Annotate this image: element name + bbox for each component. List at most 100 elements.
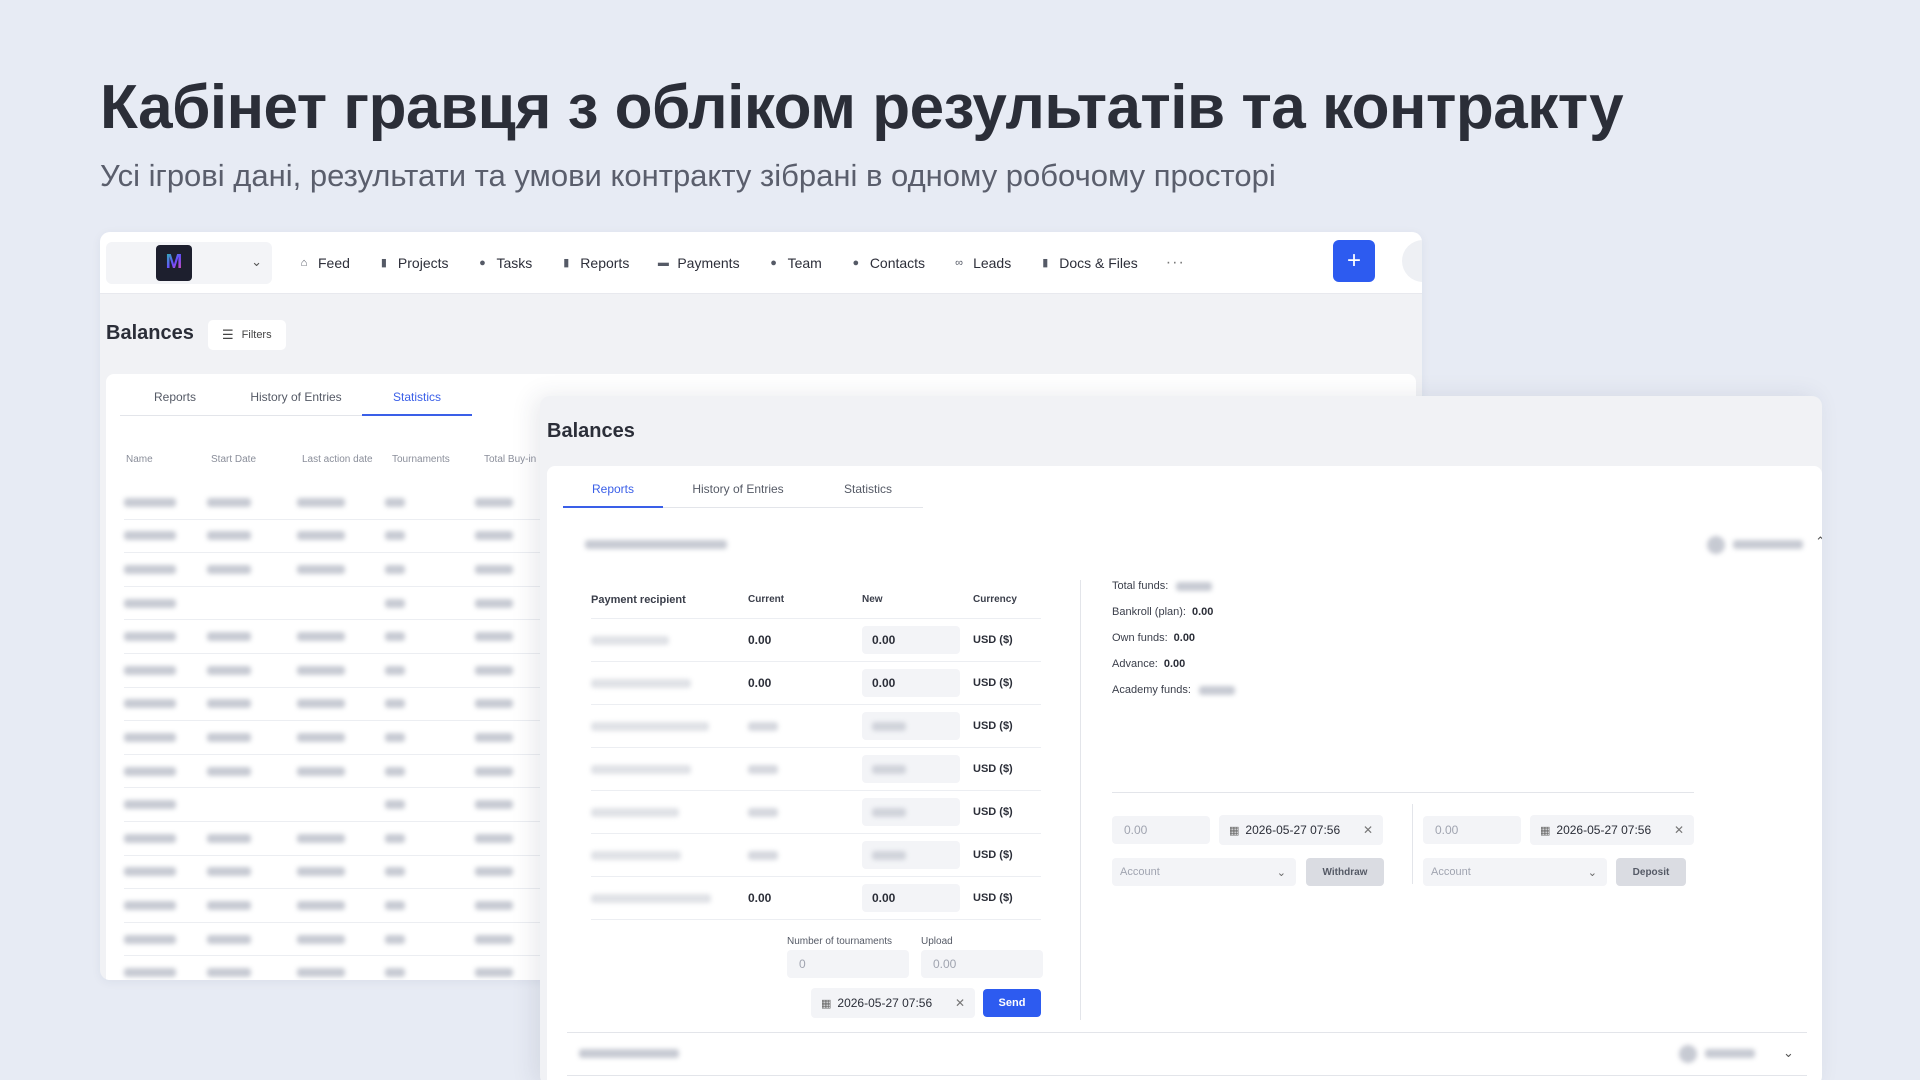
- payment-recipient: [591, 764, 691, 774]
- hero-subtitle: Усі ігрові дані, результати та умови кон…: [100, 158, 1276, 193]
- payment-row: USD ($): [591, 747, 1041, 790]
- nav-item-projects[interactable]: ▮ Projects: [378, 255, 449, 271]
- table-row[interactable]: [124, 822, 544, 856]
- current-value: [748, 721, 778, 731]
- table-row[interactable]: [124, 923, 544, 957]
- main-nav: ⌂ Feed ▮ Projects ● Tasks ▮ Reports ▬ Payments ● Te…: [298, 255, 1166, 271]
- currency-label: USD ($): [973, 677, 1013, 689]
- more-menu-icon[interactable]: ···: [1166, 254, 1185, 272]
- payment-row: USD ($): [591, 704, 1041, 747]
- currency-label: USD ($): [973, 806, 1013, 818]
- player-accordion-collapsed[interactable]: ⌄: [567, 1032, 1807, 1076]
- withdraw-date-picker[interactable]: ▦ 2026-05-27 07:56 ✕: [1219, 815, 1383, 845]
- tab-statistics[interactable]: Statistics: [362, 390, 472, 416]
- table-row[interactable]: [124, 553, 544, 587]
- upload-input[interactable]: 0.00: [921, 950, 1043, 978]
- page-title: Balances: [547, 420, 635, 442]
- new-value-input[interactable]: [862, 841, 960, 869]
- document-icon: ▮: [563, 257, 570, 269]
- filters-button[interactable]: ☰ Filters: [208, 320, 286, 350]
- tournaments-input[interactable]: 0: [787, 950, 909, 978]
- nav-item-leads[interactable]: ∞ Leads: [953, 255, 1011, 271]
- payment-recipient: [591, 635, 669, 645]
- nav-item-label: Feed: [318, 254, 350, 271]
- current-value: [748, 807, 778, 817]
- clear-icon[interactable]: ✕: [1674, 823, 1684, 837]
- table-row[interactable]: [124, 721, 544, 755]
- nav-item-contacts[interactable]: ● Contacts: [850, 255, 925, 271]
- new-value-input[interactable]: [862, 712, 960, 740]
- withdraw-account-select[interactable]: Account ⌄: [1112, 858, 1296, 886]
- tab-reports[interactable]: Reports: [563, 482, 663, 508]
- person-icon: ●: [770, 256, 777, 269]
- clear-icon[interactable]: ✕: [1363, 823, 1373, 837]
- nav-item-label: Team: [787, 254, 822, 271]
- report-date-picker[interactable]: ▦ 2026-05-27 07:56 ✕: [811, 988, 975, 1018]
- own-funds: Own funds: 0.00: [1112, 632, 1196, 644]
- nav-item-tasks[interactable]: ● Tasks: [477, 255, 532, 271]
- send-button[interactable]: Send: [983, 989, 1041, 1017]
- nav-item-docs-files[interactable]: ▮ Docs & Files: [1039, 255, 1138, 271]
- tab-history[interactable]: History of Entries: [663, 482, 813, 508]
- table-row[interactable]: [124, 520, 544, 554]
- new-value-input[interactable]: 0.00: [862, 669, 960, 697]
- payment-table-header: Payment recipient Current New Currency: [591, 594, 1017, 606]
- create-button[interactable]: +: [1333, 240, 1375, 282]
- balances-window-front: Balances Reports History of Entries Stat…: [540, 396, 1822, 1080]
- nav-item-reports[interactable]: ▮ Reports: [560, 255, 629, 271]
- deposit-amount-input[interactable]: 0.00: [1423, 816, 1521, 844]
- divider: [1112, 792, 1694, 793]
- table-row[interactable]: [124, 755, 544, 789]
- new-value-input[interactable]: [862, 755, 960, 783]
- new-value-input[interactable]: 0.00: [862, 626, 960, 654]
- current-value: 0.00: [748, 676, 772, 690]
- chevron-up-icon[interactable]: ⌃: [1815, 534, 1822, 550]
- avatar: [1707, 536, 1725, 554]
- current-value: 0.00: [748, 633, 772, 647]
- table-row[interactable]: [124, 587, 544, 621]
- table-row[interactable]: [124, 856, 544, 890]
- nav-item-payments[interactable]: ▬ Payments: [657, 255, 740, 271]
- chevron-down-icon[interactable]: ⌄: [1783, 1045, 1794, 1061]
- table-row[interactable]: [124, 956, 544, 980]
- academy-funds: Academy funds:: [1112, 684, 1235, 696]
- deposit-button[interactable]: Deposit: [1616, 858, 1686, 886]
- nav-item-team[interactable]: ● Team: [768, 255, 822, 271]
- table-row[interactable]: [124, 688, 544, 722]
- divider: [1080, 580, 1081, 1020]
- table-row[interactable]: [124, 788, 544, 822]
- clear-icon[interactable]: ✕: [955, 996, 965, 1010]
- book-icon: ▮: [1042, 257, 1049, 269]
- deposit-account-select[interactable]: Account ⌄: [1423, 858, 1607, 886]
- nav-item-feed[interactable]: ⌂ Feed: [298, 255, 350, 271]
- calendar-icon: ▦: [821, 997, 832, 1010]
- payment-row: 0.00 0.00 USD ($): [591, 618, 1041, 661]
- nav-item-label: Docs & Files: [1059, 254, 1138, 271]
- hero-title: Кабінет гравця з обліком результатів та …: [100, 73, 1624, 142]
- current-value: [748, 850, 778, 860]
- new-value-input[interactable]: [862, 798, 960, 826]
- tab-reports[interactable]: Reports: [120, 390, 230, 416]
- withdraw-amount-input[interactable]: 0.00: [1112, 816, 1210, 844]
- current-value: [748, 764, 778, 774]
- table-row[interactable]: [124, 620, 544, 654]
- withdraw-button[interactable]: Withdraw: [1306, 858, 1384, 886]
- tab-statistics[interactable]: Statistics: [813, 482, 923, 508]
- avatar[interactable]: [1402, 240, 1422, 282]
- check-circle-icon: ●: [479, 256, 486, 269]
- payment-recipient: [591, 807, 679, 817]
- table-row[interactable]: [124, 486, 544, 520]
- tab-history[interactable]: History of Entries: [230, 390, 362, 416]
- payment-recipient: [591, 893, 711, 903]
- nav-item-label: Contacts: [869, 254, 926, 271]
- avatar: [1679, 1045, 1697, 1063]
- table-row[interactable]: [124, 654, 544, 688]
- file-icon: ▮: [380, 257, 387, 269]
- chevron-down-icon: ⌄: [251, 253, 262, 269]
- project-selector[interactable]: M ⌄: [106, 241, 272, 284]
- table-row[interactable]: [124, 889, 544, 923]
- deposit-date-picker[interactable]: ▦ 2026-05-27 07:56 ✕: [1530, 815, 1694, 845]
- total-funds: Total funds:: [1112, 580, 1213, 592]
- player-accordion-header[interactable]: ⌃: [585, 534, 1822, 556]
- new-value-input[interactable]: 0.00: [862, 884, 960, 912]
